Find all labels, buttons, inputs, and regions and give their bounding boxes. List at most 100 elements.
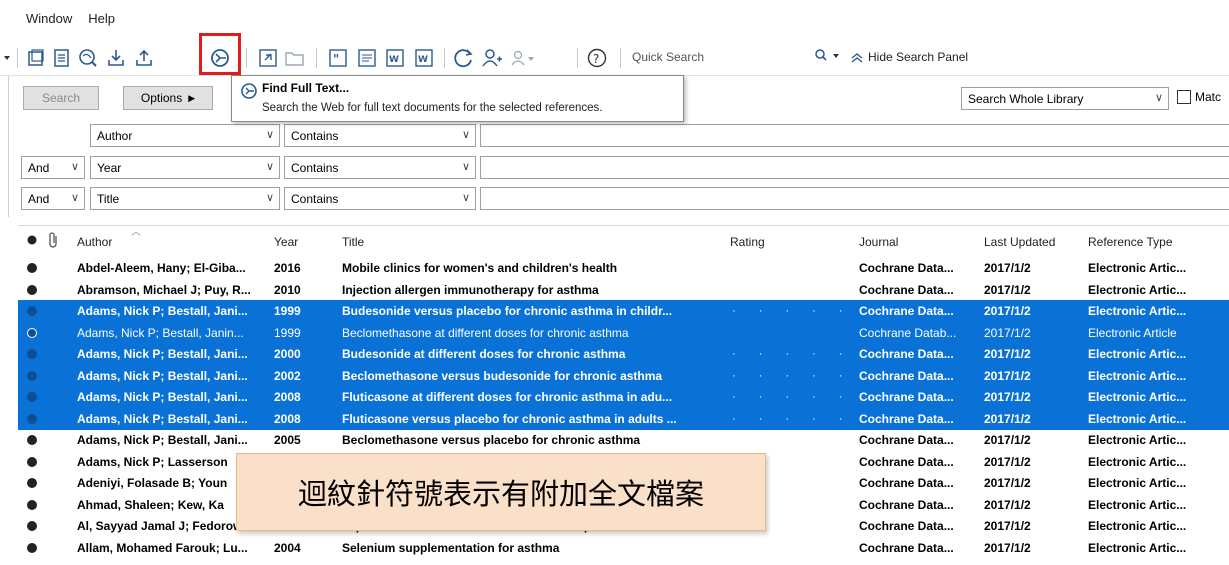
cell-year: 2002 [274, 368, 301, 383]
col-reference-type[interactable]: Reference Type [1088, 235, 1173, 249]
cell-rating[interactable]: · · · · · [732, 348, 853, 360]
cell-updated: 2017/1/2 [984, 411, 1031, 426]
boolean-value: And [28, 191, 50, 206]
cell-rating[interactable]: · · · · · [732, 370, 853, 382]
table-row[interactable]: Adams, Nick P; Bestall, Jani... 2008 Fluti… [18, 386, 1229, 408]
menu-help[interactable]: Help [88, 11, 115, 26]
col-last-updated[interactable]: Last Updated [984, 235, 1055, 249]
search-term-input[interactable] [480, 156, 1229, 179]
cell-type: Electronic Artic... [1088, 261, 1187, 275]
group-users-icon[interactable] [508, 46, 536, 70]
export-icon[interactable] [132, 46, 156, 70]
cell-updated: 2017/1/2 [984, 519, 1031, 533]
cell-journal: Cochrane Datab... [859, 325, 957, 340]
search-scope-select[interactable]: Search Whole Library ∨ [961, 87, 1169, 110]
new-group-icon[interactable] [24, 46, 48, 70]
paperclip-icon[interactable] [46, 231, 60, 252]
table-row[interactable]: Allam, Mohamed Farouk; Lu... 2004 Selenium… [18, 537, 1229, 559]
cell-updated: 2017/1/2 [984, 325, 1031, 340]
toolbar-overflow-icon[interactable] [2, 46, 12, 70]
svg-text:W: W [418, 55, 428, 65]
search-options-button[interactable] [814, 47, 844, 65]
table-row[interactable]: Abdel-Aleem, Hany; El-Giba... 2016 Mobile … [18, 257, 1229, 279]
search-operator-select[interactable]: Contains ∨ [284, 124, 476, 147]
table-row[interactable]: Adams, Nick P; Bestall, Janin... 1999 Becl… [18, 321, 1229, 344]
cell-author: Abramson, Michael J; Puy, R... [77, 282, 251, 297]
format-bibliography-icon[interactable] [355, 46, 379, 70]
import-icon[interactable] [104, 46, 128, 70]
table-row[interactable]: Adams, Nick P; Bestall, Jani... 2008 Fluti… [18, 407, 1229, 430]
find-full-text-icon [240, 82, 258, 103]
chevron-down-icon: ∨ [1154, 92, 1163, 104]
sync-icon[interactable] [452, 46, 476, 70]
cell-author: Adams, Nick P; Bestall, Jani... [77, 304, 248, 318]
cell-title: Fluticasone at different doses for chron… [342, 390, 673, 404]
cell-type: Electronic Artic... [1088, 411, 1187, 426]
online-search-icon[interactable] [76, 46, 100, 70]
cell-updated: 2017/1/2 [984, 261, 1031, 275]
read-status-icon [27, 413, 37, 424]
cell-year: 2000 [274, 347, 301, 361]
boolean-select[interactable]: And ∨ [21, 156, 85, 179]
cell-updated: 2017/1/2 [984, 454, 1031, 469]
share-icon[interactable] [480, 46, 504, 70]
quick-search-input[interactable]: Quick Search [632, 50, 704, 64]
svg-text:": " [333, 52, 339, 66]
col-rating[interactable]: Rating [730, 235, 765, 249]
cell-author: Adams, Nick P; Bestall, Jani... [77, 368, 248, 383]
search-operator-value: Contains [291, 191, 339, 206]
menu-window[interactable]: Window [26, 11, 72, 26]
open-file-icon[interactable] [283, 46, 307, 70]
read-status-icon [27, 349, 37, 359]
search-field-value: Author [97, 128, 133, 143]
insert-citation-icon[interactable]: " [326, 46, 350, 70]
col-title[interactable]: Title [342, 235, 364, 249]
boolean-select[interactable]: And ∨ [21, 187, 85, 210]
open-link-icon[interactable] [256, 46, 280, 70]
table-row[interactable]: Adams, Nick P; Bestall, Jani... 2002 Beclo… [18, 364, 1229, 387]
table-row[interactable]: Abramson, Michael J; Puy, R... 2010 Inject… [18, 279, 1229, 301]
cell-author: Abdel-Aleem, Hany; El-Giba... [77, 261, 246, 275]
cell-author: Adams, Nick P; Bestall, Jani... [77, 411, 248, 426]
table-row[interactable]: Adams, Nick P; Bestall, Jani... 2000 Budes… [18, 343, 1229, 365]
search-field-select[interactable]: Year ∨ [90, 156, 280, 179]
sort-ascending-icon: ︿ [131, 227, 141, 238]
read-status-icon [27, 478, 37, 488]
word-icon[interactable]: W [412, 46, 436, 70]
search-field-select[interactable]: Author ∨ [90, 124, 280, 147]
read-status-icon[interactable] [27, 232, 37, 251]
col-year[interactable]: Year [274, 235, 298, 249]
cell-journal: Cochrane Data... [859, 540, 954, 555]
col-journal[interactable]: Journal [859, 235, 898, 249]
annotation-callout: 迴紋針符號表示有附加全文檔案 [236, 453, 766, 531]
search-field-select[interactable]: Title ∨ [90, 187, 280, 210]
cell-rating[interactable]: · · · · · [732, 305, 853, 317]
cell-updated: 2017/1/2 [984, 282, 1031, 297]
help-icon[interactable]: ? [585, 46, 609, 70]
read-status-icon [27, 370, 37, 381]
match-case-checkbox[interactable] [1177, 90, 1191, 104]
col-author[interactable]: Author [77, 235, 112, 249]
search-operator-select[interactable]: Contains ∨ [284, 187, 476, 210]
cell-title: Beclomethasone versus budesonide for chr… [342, 368, 663, 383]
hide-search-panel-button[interactable]: Hide Search Panel [868, 50, 968, 64]
table-row[interactable]: Adams, Nick P; Bestall, Jani... 2005 Beclo… [18, 429, 1229, 451]
tooltip-title: Find Full Text... [262, 81, 350, 95]
search-button[interactable]: Search [23, 86, 99, 110]
new-reference-icon[interactable] [50, 46, 74, 70]
cell-author: Adams, Nick P; Bestall, Jani... [77, 390, 248, 404]
options-button[interactable]: Options ▶ [123, 86, 213, 110]
search-term-input[interactable] [480, 187, 1229, 210]
cell-year: 2008 [274, 390, 301, 404]
search-term-input[interactable] [480, 124, 1229, 147]
read-status-icon [27, 263, 37, 273]
cell-type: Electronic Artic... [1088, 476, 1187, 490]
cell-rating[interactable]: · · · · · [732, 413, 853, 425]
go-to-word-icon[interactable]: W [383, 46, 407, 70]
table-row[interactable]: Adams, Nick P; Bestall, Jani... 1999 Budes… [18, 300, 1229, 322]
read-status-icon [27, 392, 37, 402]
cell-author: Allam, Mohamed Farouk; Lu... [77, 540, 248, 555]
find-full-text-tooltip: Find Full Text... Search the Web for ful… [231, 75, 684, 122]
cell-rating[interactable]: · · · · · [732, 391, 853, 403]
search-operator-select[interactable]: Contains ∨ [284, 156, 476, 179]
